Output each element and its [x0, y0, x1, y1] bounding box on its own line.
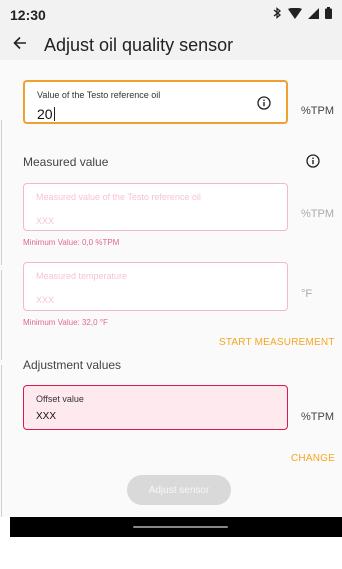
- reference-oil-label: Value of the Testo reference oil: [37, 90, 161, 100]
- adjust-sensor-button[interactable]: Adjust sensor: [127, 475, 231, 505]
- status-bar: 12:30: [0, 0, 342, 30]
- reference-oil-unit: %TPM: [301, 105, 334, 117]
- info-icon[interactable]: [306, 154, 320, 173]
- status-icons: [272, 6, 332, 24]
- signal-icon: [308, 6, 319, 24]
- gutter-line: [1, 270, 2, 360]
- navigation-bar: [10, 517, 342, 537]
- change-button[interactable]: CHANGE: [291, 453, 335, 464]
- temperature-field: Measured temperature XXX: [23, 262, 288, 311]
- info-icon[interactable]: [257, 96, 271, 115]
- gutter-line: [1, 365, 2, 517]
- wifi-icon: [288, 6, 302, 24]
- bluetooth-icon: [272, 6, 282, 24]
- status-time: 12:30: [10, 7, 46, 23]
- temperature-helper: Minimum Value: 32,0 °F: [23, 318, 108, 327]
- arrow-left-icon: [13, 36, 27, 55]
- home-indicator[interactable]: [133, 526, 228, 528]
- page-title: Adjust oil quality sensor: [44, 34, 234, 55]
- app-bar: Adjust oil quality sensor: [0, 30, 342, 60]
- measured-value-unit: %TPM: [301, 208, 334, 220]
- offset-field[interactable]: Offset value XXX: [23, 385, 288, 430]
- section-title-adjustment: Adjustment values: [23, 358, 122, 372]
- temperature-label: Measured temperature: [36, 271, 128, 281]
- offset-value: XXX: [36, 411, 57, 422]
- text-caret: [53, 107, 55, 121]
- reference-oil-field[interactable]: Value of the Testo reference oil 20: [23, 80, 288, 124]
- reference-oil-value: 20: [37, 106, 53, 122]
- section-title-measured: Measured value: [23, 155, 109, 169]
- back-button[interactable]: [0, 36, 40, 55]
- gutter-line: [1, 120, 2, 265]
- offset-unit: %TPM: [301, 411, 334, 423]
- reference-oil-input[interactable]: 20: [37, 106, 274, 122]
- offset-label: Offset value: [36, 394, 84, 404]
- measured-value-helper: Minimum Value: 0,0 %TPM: [23, 238, 120, 247]
- temperature-value: XXX: [36, 295, 55, 305]
- start-measurement-button[interactable]: START MEASUREMENT: [219, 337, 335, 348]
- temperature-unit: °F: [301, 288, 313, 300]
- measured-value-label: Measured value of the Testo reference oi…: [36, 192, 201, 202]
- measured-value-value: XXX: [36, 216, 55, 226]
- battery-icon: [325, 6, 332, 24]
- measured-value-field: Measured value of the Testo reference oi…: [23, 183, 288, 231]
